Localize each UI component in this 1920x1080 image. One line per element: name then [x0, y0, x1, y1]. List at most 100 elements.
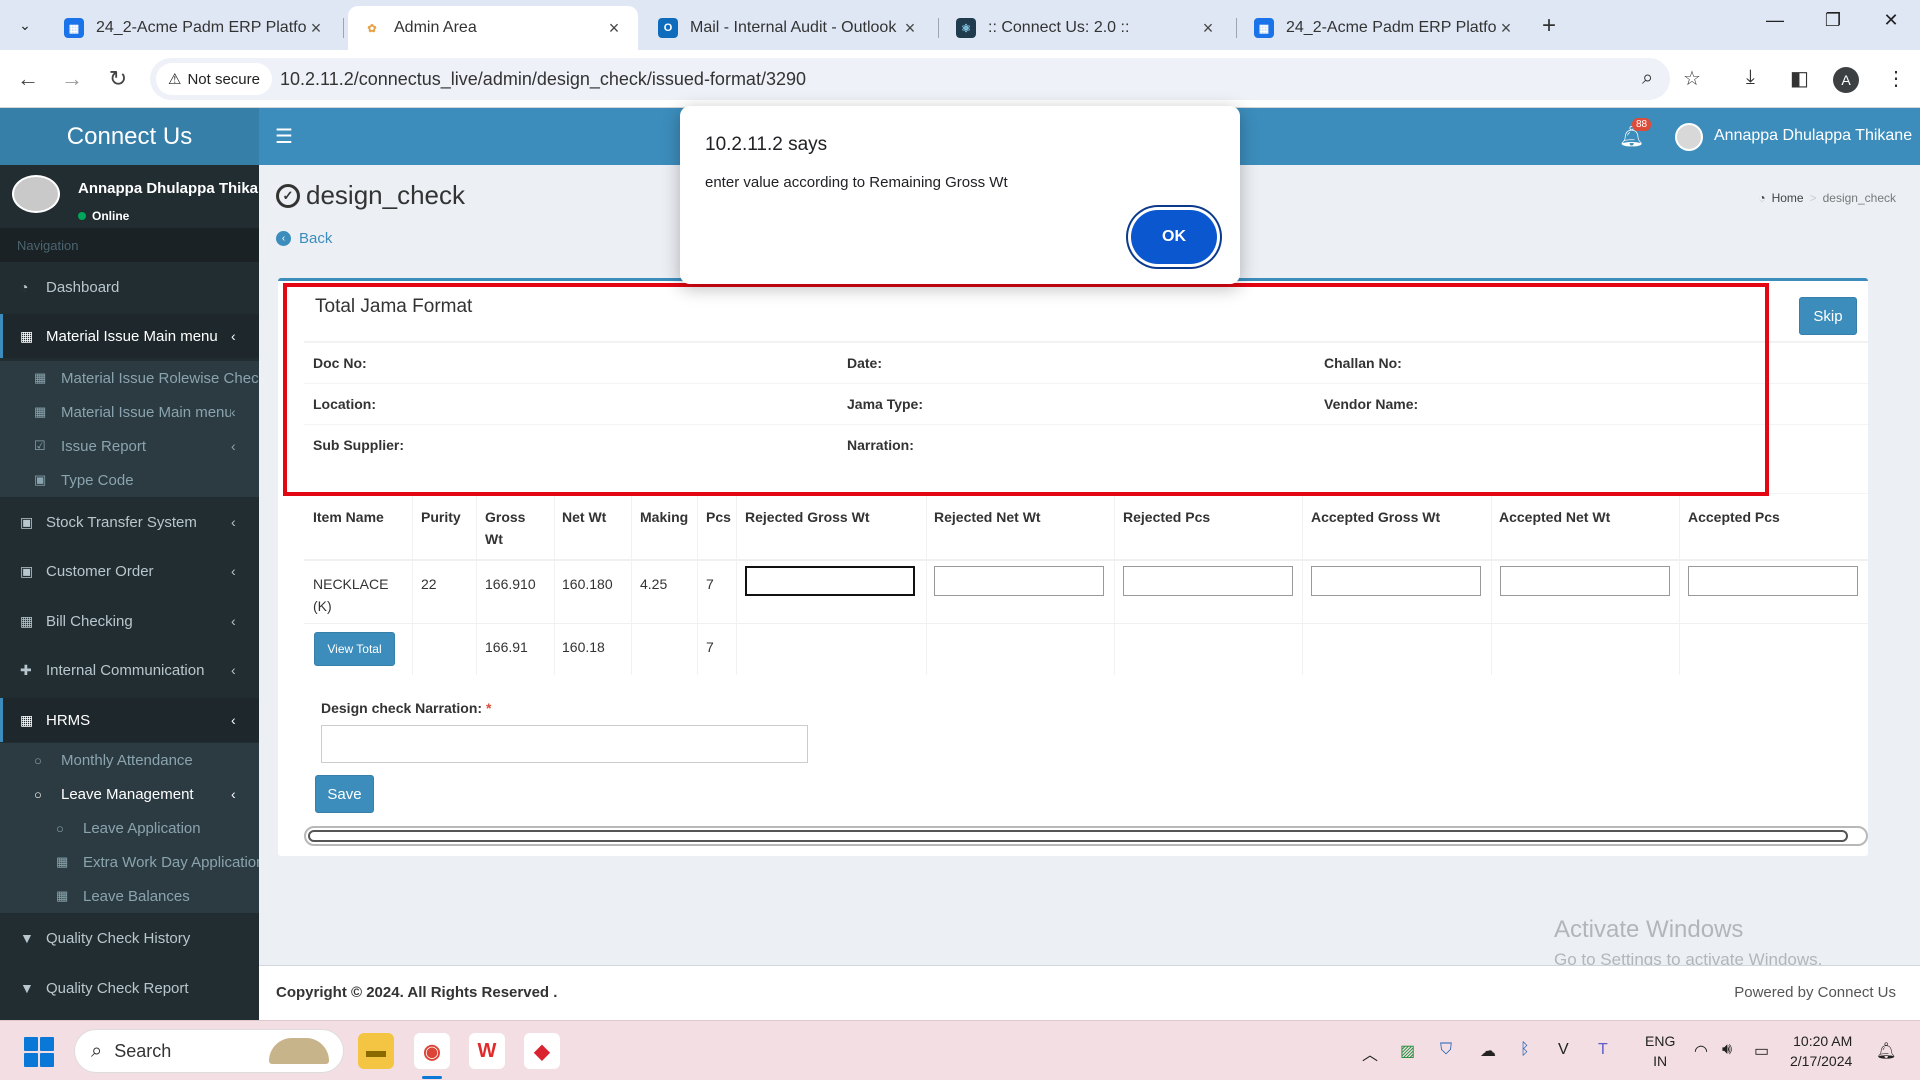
- back-link[interactable]: ‹ Back: [276, 230, 332, 247]
- check-circle-icon: ✓: [276, 183, 300, 208]
- tray-overflow-icon[interactable]: ︿: [1362, 1041, 1378, 1065]
- minimize-icon[interactable]: —: [1760, 10, 1790, 31]
- column-header: Item Name: [313, 509, 384, 525]
- restore-icon[interactable]: ❐: [1818, 10, 1848, 31]
- wps-office-icon[interactable]: W: [469, 1033, 505, 1069]
- sidebar-item-internal-communication[interactable]: ✚ Internal Communication ‹: [0, 648, 259, 692]
- rejected-pcs-input[interactable]: [1123, 566, 1293, 596]
- sidebar-sub-type-code[interactable]: ▣ Type Code: [0, 463, 259, 497]
- language-indicator[interactable]: ENG IN: [1645, 1031, 1675, 1071]
- browser-tab-4[interactable]: ⚛ :: Connect Us: 2.0 :: ×: [942, 6, 1232, 50]
- sidebar-item-label: Bill Checking: [46, 612, 133, 630]
- close-tab-icon[interactable]: ×: [1496, 18, 1516, 39]
- sidebar-item-label: Material Issue Rolewise Check: [61, 369, 259, 387]
- table-icon: ▦: [56, 854, 69, 869]
- browser-tab-5[interactable]: ▦ 24_2-Acme Padm ERP Platform ×: [1240, 6, 1530, 50]
- dialog-ok-button[interactable]: OK: [1131, 210, 1217, 264]
- omnibox[interactable]: ⚠ Not secure 10.2.11.2/connectus_live/ad…: [150, 58, 1670, 100]
- taskbar-clock[interactable]: 10:20 AM 2/17/2024: [1790, 1031, 1852, 1071]
- forward-arrow-icon[interactable]: →: [58, 66, 86, 92]
- sidebar-item-label: HRMS: [46, 711, 91, 729]
- sidebar-item-quality-check-history[interactable]: ▼ Quality Check History: [0, 916, 259, 960]
- tab-title: 24_2-Acme Padm ERP Platform: [96, 19, 306, 36]
- side-panel-icon[interactable]: ◧: [1790, 66, 1809, 91]
- back-arrow-icon[interactable]: ←: [14, 66, 42, 92]
- column-header: Pcs: [706, 509, 731, 525]
- close-tab-icon[interactable]: ×: [1198, 18, 1218, 39]
- file-explorer-icon[interactable]: ▬: [358, 1033, 394, 1069]
- sidebar-item-stock-transfer[interactable]: ▣ Stock Transfer System ‹: [0, 500, 259, 544]
- sidebar-item-material-issue[interactable]: ▦ Material Issue Main menu ‹: [0, 314, 259, 358]
- bluetooth-icon[interactable]: ᛒ: [1520, 1041, 1530, 1059]
- url-text[interactable]: 10.2.11.2/connectus_live/admin/design_ch…: [280, 69, 806, 90]
- kebab-menu-icon[interactable]: ⋮: [1886, 66, 1906, 91]
- accepted-net-wt-input[interactable]: [1500, 566, 1670, 596]
- chrome-icon[interactable]: ◉: [414, 1033, 450, 1069]
- browser-tab-3[interactable]: O Mail - Internal Audit - Outlook ×: [644, 6, 934, 50]
- teams-icon[interactable]: T: [1598, 1041, 1608, 1059]
- tray-app-icon[interactable]: ▨: [1400, 1041, 1415, 1061]
- horizontal-scrollbar[interactable]: [304, 826, 1868, 846]
- sidebar-sub-leave-balances[interactable]: ▦ Leave Balances: [0, 879, 259, 913]
- view-total-button[interactable]: View Total: [314, 632, 395, 666]
- close-window-icon[interactable]: ✕: [1876, 10, 1906, 31]
- profile-avatar[interactable]: A: [1833, 67, 1859, 93]
- copyright-text: Copyright © 2024. All Rights Reserved .: [276, 984, 558, 1001]
- design-check-narration-input[interactable]: [321, 725, 808, 763]
- security-label: Not secure: [187, 70, 260, 88]
- close-tab-icon[interactable]: ×: [306, 18, 326, 39]
- security-chip[interactable]: ⚠ Not secure: [156, 63, 272, 95]
- save-button[interactable]: Save: [315, 775, 374, 813]
- chevron-left-icon: ‹: [231, 404, 236, 420]
- table-icon: ▦: [20, 711, 34, 728]
- wifi-icon[interactable]: ◠: [1694, 1041, 1708, 1061]
- browser-tab-2-active[interactable]: ✿ Admin Area ×: [348, 6, 638, 50]
- tray-v-app-icon[interactable]: V: [1558, 1041, 1569, 1059]
- sidebar-sub-leave-management[interactable]: ○ Leave Management ‹: [0, 777, 259, 811]
- taskbar-search[interactable]: ⌕ Search: [74, 1029, 344, 1073]
- user-menu-name[interactable]: Annappa Dhulappa Thikane: [1714, 127, 1912, 145]
- sidebar-sub-monthly-attendance[interactable]: ○ Monthly Attendance: [0, 743, 259, 777]
- rejected-gross-wt-input[interactable]: [745, 566, 915, 596]
- sidebar-item-hrms[interactable]: ▦ HRMS ‹: [0, 698, 259, 742]
- jama-format-box: Total Jama Format Skip Doc No: Date: Cha…: [278, 278, 1868, 856]
- sidebar-item-customer-order[interactable]: ▣ Customer Order ‹: [0, 549, 259, 593]
- cloud-offline-icon[interactable]: ☁: [1480, 1041, 1496, 1061]
- sidebar-sub-material-issue-main[interactable]: ▦ Material Issue Main menu ‹: [0, 395, 259, 429]
- accepted-gross-wt-input[interactable]: [1311, 566, 1481, 596]
- accepted-pcs-input[interactable]: [1688, 566, 1858, 596]
- skip-button[interactable]: Skip: [1799, 297, 1857, 335]
- reload-icon[interactable]: ↻: [104, 66, 132, 92]
- sidebar-sub-issue-report[interactable]: ☑ Issue Report ‹: [0, 429, 259, 463]
- shield-icon[interactable]: ⛉: [1440, 1041, 1452, 1059]
- volume-icon[interactable]: 🔊︎: [1722, 1041, 1732, 1059]
- notification-center-icon[interactable]: 🔔︎: [1876, 1041, 1896, 1061]
- circle-icon: ○: [34, 752, 42, 768]
- sidebar-toggle-icon[interactable]: ☰: [275, 124, 293, 149]
- sidebar-sub-leave-application[interactable]: ○ Leave Application: [0, 811, 259, 845]
- sidebar-sub-rolewise-check[interactable]: ▦ Material Issue Rolewise Check: [0, 361, 259, 395]
- scrollbar-thumb[interactable]: [308, 830, 1848, 842]
- sidebar-sub-extra-work-day[interactable]: ▦ Extra Work Day Application: [0, 845, 259, 879]
- user-avatar[interactable]: [1675, 123, 1703, 151]
- close-tab-icon[interactable]: ×: [900, 18, 920, 39]
- download-icon[interactable]: ⤓: [1746, 66, 1755, 89]
- sidebar-item-bill-checking[interactable]: ▦ Bill Checking ‹: [0, 599, 259, 643]
- tab-search-button[interactable]: ⌄: [10, 10, 40, 40]
- close-tab-icon[interactable]: ×: [604, 18, 624, 39]
- bookmark-star-icon[interactable]: ☆: [1683, 66, 1701, 91]
- breadcrumb-home[interactable]: Home: [1772, 191, 1804, 205]
- filter-icon: ▼: [20, 930, 34, 946]
- battery-icon[interactable]: ▭: [1754, 1041, 1769, 1061]
- region-code: IN: [1653, 1053, 1668, 1069]
- windows-start-icon[interactable]: [24, 1037, 54, 1067]
- acrobat-icon[interactable]: ◆: [524, 1033, 560, 1069]
- browser-tab-1[interactable]: ▦ 24_2-Acme Padm ERP Platform ×: [50, 6, 340, 50]
- zoom-magnifier-icon[interactable]: ⌕: [1642, 67, 1653, 90]
- sidebar-item-dashboard[interactable]: ◔ Dashboard: [0, 265, 259, 309]
- rejected-net-wt-input[interactable]: [934, 566, 1104, 596]
- app-logo[interactable]: Connect Us: [0, 108, 259, 165]
- checkbox-icon: ☑: [34, 438, 46, 453]
- sidebar-item-quality-check-report[interactable]: ▼ Quality Check Report: [0, 966, 259, 1010]
- new-tab-icon[interactable]: +: [1542, 12, 1556, 40]
